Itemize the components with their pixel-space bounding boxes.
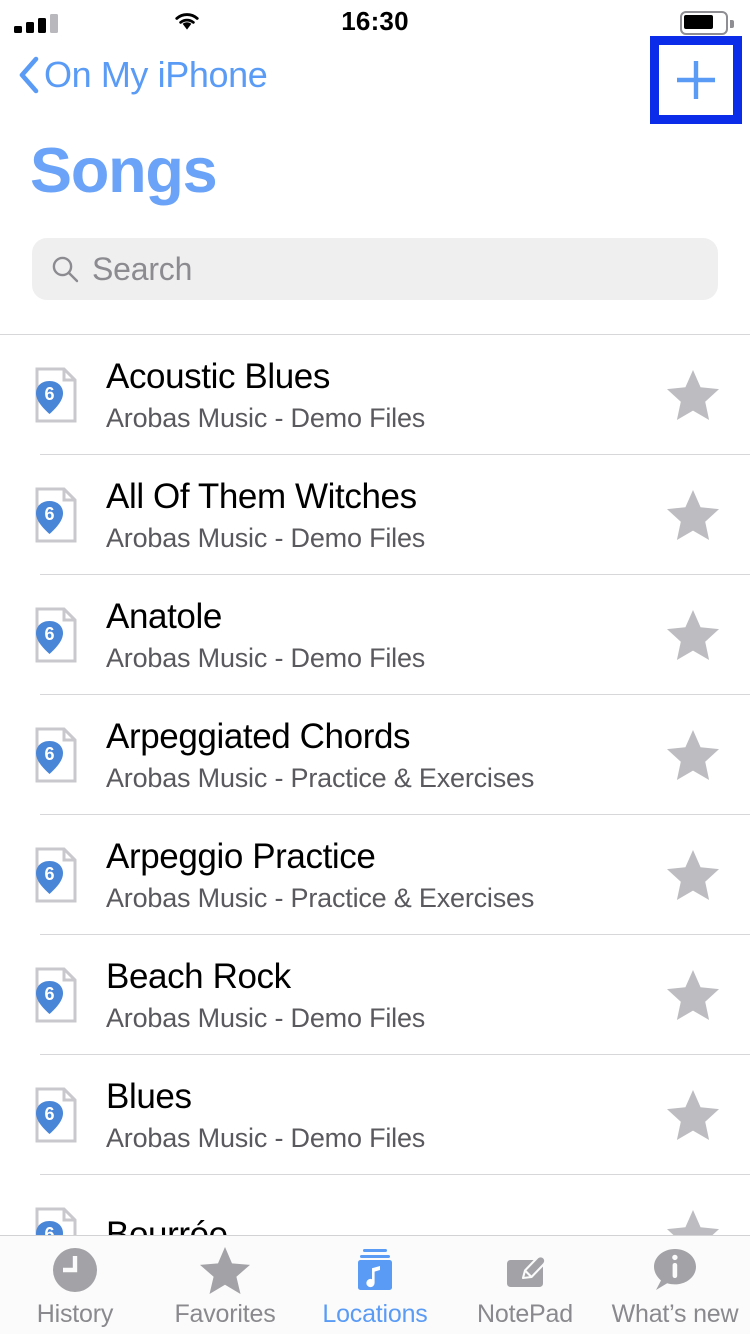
guitar-pro-file-icon: 6 xyxy=(35,487,77,543)
song-subtitle: Arobas Music - Demo Files xyxy=(106,403,426,434)
plus-icon xyxy=(677,61,715,99)
row-text: Beach Rock Arobas Music - Demo Files xyxy=(106,956,664,1034)
tab-locations[interactable]: Locations xyxy=(300,1245,450,1329)
svg-text:6: 6 xyxy=(44,864,54,884)
song-title: Beach Rock xyxy=(106,956,291,996)
table-row[interactable]: 6 Beach Rock Arobas Music - Demo Files xyxy=(0,935,750,1055)
tab-what-s-new[interactable]: What’s new xyxy=(600,1245,750,1329)
tab-label: History xyxy=(36,1300,114,1328)
row-text: Blues Arobas Music - Demo Files xyxy=(106,1076,664,1154)
tab-label: Favorites xyxy=(174,1300,276,1328)
guitar-pro-file-icon: 6 xyxy=(35,1087,77,1143)
table-row[interactable]: 6 Acoustic Blues Arobas Music - Demo Fil… xyxy=(0,335,750,455)
music-folder-icon xyxy=(349,1245,401,1295)
row-text: Bourrée xyxy=(106,1214,664,1235)
svg-text:6: 6 xyxy=(44,504,54,524)
svg-text:6: 6 xyxy=(44,624,54,644)
pencil-note-icon xyxy=(499,1245,551,1295)
favorite-star-icon xyxy=(667,850,719,900)
guitar-pro-file-icon: 6 xyxy=(35,367,77,423)
search-field[interactable]: Search xyxy=(32,238,718,300)
search-icon xyxy=(52,256,79,283)
song-subtitle: Arobas Music - Demo Files xyxy=(106,1003,426,1034)
info-bubble-icon xyxy=(654,1249,696,1290)
star-icon xyxy=(199,1245,251,1295)
song-title: Blues xyxy=(106,1076,192,1116)
tab-label: NotePad xyxy=(477,1300,573,1328)
song-title: Arpeggiated Chords xyxy=(106,716,411,756)
song-title: Anatole xyxy=(106,596,222,636)
info-bubble-icon xyxy=(649,1245,701,1295)
table-row[interactable]: 6 Bourrée xyxy=(0,1175,750,1235)
app-screen: 16:30 On My iPhone Songs Search 6 Acoust… xyxy=(0,0,750,1334)
guitar-pro-file-icon: 6 xyxy=(35,847,77,903)
back-button[interactable]: On My iPhone xyxy=(18,54,268,95)
song-subtitle: Arobas Music - Demo Files xyxy=(106,643,426,674)
row-text: Arpeggiated Chords Arobas Music - Practi… xyxy=(106,716,664,794)
svg-text:6: 6 xyxy=(44,1224,54,1235)
favorite-star-icon xyxy=(667,370,719,420)
table-row[interactable]: 6 Blues Arobas Music - Demo Files xyxy=(0,1055,750,1175)
svg-text:6: 6 xyxy=(44,1104,54,1124)
status-bar: 16:30 xyxy=(0,0,750,44)
row-text: Anatole Arobas Music - Demo Files xyxy=(106,596,664,674)
clock-icon xyxy=(49,1245,101,1295)
favorite-star-icon xyxy=(667,1090,719,1140)
tab-label: Locations xyxy=(322,1300,428,1328)
favorite-star-icon xyxy=(667,610,719,660)
tab-label: What’s new xyxy=(611,1300,739,1328)
favorite-star-icon xyxy=(667,730,719,780)
tab-history[interactable]: History xyxy=(0,1245,150,1329)
svg-text:6: 6 xyxy=(44,984,54,1004)
search-placeholder: Search xyxy=(92,250,193,287)
song-title: Bourrée xyxy=(106,1215,228,1235)
guitar-pro-file-icon: 6 xyxy=(35,607,77,663)
chevron-left-icon xyxy=(19,56,39,94)
guitar-pro-file-icon: 6 xyxy=(35,967,77,1023)
svg-text:6: 6 xyxy=(44,744,54,764)
table-row[interactable]: 6 All Of Them Witches Arobas Music - Dem… xyxy=(0,455,750,575)
navigation-bar: On My iPhone xyxy=(0,36,750,124)
add-button[interactable] xyxy=(650,36,742,124)
song-title: Arpeggio Practice xyxy=(106,836,376,876)
row-text: All Of Them Witches Arobas Music - Demo … xyxy=(106,476,664,554)
tab-favorites[interactable]: Favorites xyxy=(150,1245,300,1329)
back-button-label: On My iPhone xyxy=(44,54,268,95)
status-bar-clock: 16:30 xyxy=(341,6,409,36)
song-title: Acoustic Blues xyxy=(106,356,330,396)
favorite-star-icon xyxy=(667,490,719,540)
favorite-star-icon xyxy=(667,1210,719,1235)
row-text: Arpeggio Practice Arobas Music - Practic… xyxy=(106,836,664,914)
tab-bar: History Favorites Locations NotePad What… xyxy=(0,1235,750,1334)
table-row[interactable]: 6 Arpeggio Practice Arobas Music - Pract… xyxy=(0,815,750,935)
favorite-star-icon xyxy=(667,970,719,1020)
music-folder-icon xyxy=(358,1249,392,1290)
song-title: All Of Them Witches xyxy=(106,476,417,516)
song-subtitle: Arobas Music - Demo Files xyxy=(106,1123,426,1154)
guitar-pro-file-icon: 6 xyxy=(35,727,77,783)
row-text: Acoustic Blues Arobas Music - Demo Files xyxy=(106,356,664,434)
guitar-pro-file-icon: 6 xyxy=(35,1207,77,1235)
page-title: Songs xyxy=(30,136,218,206)
table-row[interactable]: 6 Anatole Arobas Music - Demo Files xyxy=(0,575,750,695)
song-subtitle: Arobas Music - Practice & Exercises xyxy=(106,763,535,794)
star-icon xyxy=(200,1247,250,1294)
song-subtitle: Arobas Music - Demo Files xyxy=(106,523,426,554)
svg-text:6: 6 xyxy=(44,384,54,404)
song-list[interactable]: 6 Acoustic Blues Arobas Music - Demo Fil… xyxy=(0,335,750,1235)
table-row[interactable]: 6 Arpeggiated Chords Arobas Music - Prac… xyxy=(0,695,750,815)
battery-icon xyxy=(680,11,734,35)
clock-icon xyxy=(53,1248,97,1292)
pencil-note-icon xyxy=(507,1255,547,1287)
song-subtitle: Arobas Music - Practice & Exercises xyxy=(106,883,535,914)
tab-notepad[interactable]: NotePad xyxy=(450,1245,600,1329)
